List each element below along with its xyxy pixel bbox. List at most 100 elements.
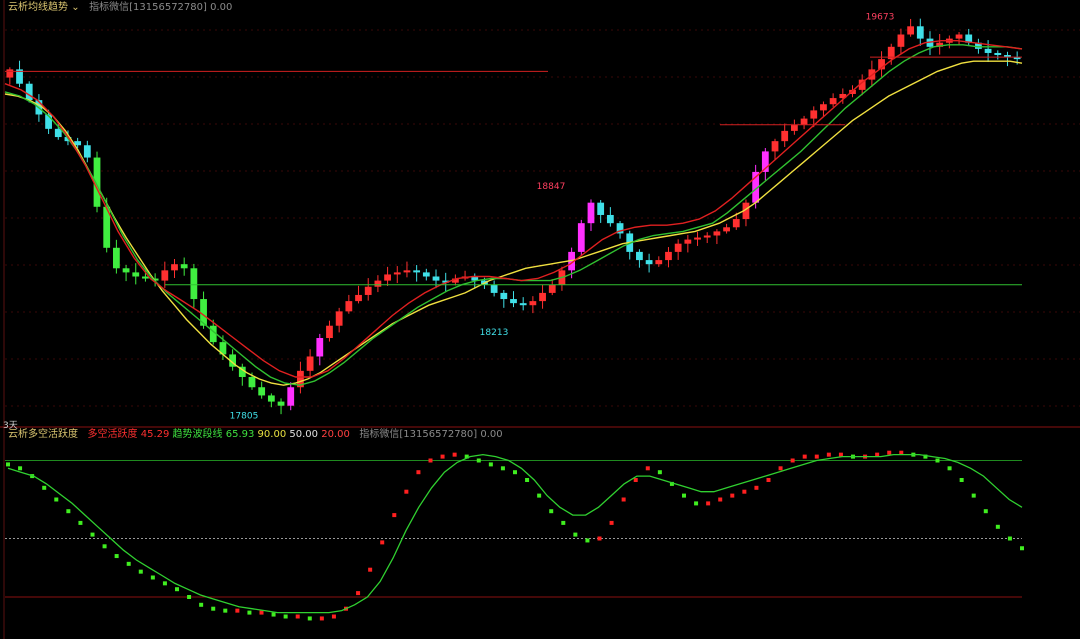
candle-body	[112, 247, 120, 269]
candle-body	[529, 301, 537, 306]
candle-body	[800, 118, 808, 125]
activity-marker	[199, 602, 204, 607]
candle-body	[500, 292, 508, 300]
activity-marker	[235, 608, 240, 613]
candle-body	[374, 280, 382, 287]
activity-marker	[162, 581, 167, 586]
oscillator-note: 指标微信[13156572780] 0.00	[359, 429, 503, 440]
trend-band-line	[7, 453, 1023, 614]
activity-marker	[754, 485, 759, 490]
activity-marker	[211, 606, 216, 611]
candle-body	[674, 243, 682, 252]
candle-body	[83, 145, 91, 158]
activity-marker	[223, 608, 228, 613]
activity-marker	[730, 493, 735, 498]
candle-body	[984, 48, 992, 53]
activity-marker	[259, 610, 264, 615]
candle-body	[403, 270, 411, 273]
candle-body	[393, 272, 401, 275]
activity-marker	[947, 466, 952, 471]
activity-marker	[935, 458, 940, 463]
candle-body	[723, 227, 730, 232]
candle-body	[306, 356, 314, 371]
extreme-label: 19673	[866, 13, 895, 23]
osc-label-0: 多空活跃度 45.29	[87, 429, 170, 440]
candle-body	[897, 34, 905, 47]
extreme-label: 18213	[480, 328, 509, 338]
candle-body	[645, 260, 653, 265]
activity-marker	[585, 538, 590, 543]
osc-label-4: 20.00	[321, 429, 350, 440]
candle-body	[539, 292, 546, 302]
candle-body	[335, 311, 343, 326]
indicator-note: 指标微信[13156572780] 0.00	[89, 2, 233, 13]
candle-body	[316, 338, 324, 357]
candle-body	[907, 26, 915, 35]
candle-body	[161, 270, 169, 281]
activity-marker	[187, 595, 192, 599]
candle-body	[490, 284, 498, 293]
activity-marker	[561, 520, 566, 525]
activity-marker	[995, 524, 1000, 529]
activity-marker	[42, 485, 47, 490]
activity-marker	[802, 454, 807, 459]
activity-marker	[476, 458, 481, 463]
activity-marker	[368, 567, 373, 572]
candle-body	[829, 98, 837, 105]
activity-marker	[295, 614, 300, 619]
candle-body	[781, 130, 789, 142]
candle-body	[694, 237, 701, 240]
activity-marker	[549, 509, 554, 514]
candle-body	[510, 299, 517, 304]
activity-marker	[283, 614, 288, 619]
candle-body	[277, 401, 285, 406]
candle-body	[548, 284, 556, 293]
chevron-down-icon[interactable]: ⌄	[71, 2, 79, 13]
activity-marker	[54, 497, 59, 502]
activity-marker	[138, 569, 143, 574]
candle-body	[790, 124, 798, 131]
candle-body	[994, 52, 1002, 56]
candle-body	[587, 202, 595, 224]
candle-body	[171, 264, 178, 271]
activity-marker	[826, 452, 831, 457]
activity-marker	[694, 501, 699, 506]
candle-body	[422, 272, 430, 277]
candle-body	[190, 268, 198, 300]
activity-marker	[331, 614, 336, 619]
extreme-label: 18847	[537, 182, 566, 192]
activity-marker	[887, 450, 892, 455]
candle-body	[122, 268, 130, 273]
activity-marker	[247, 610, 252, 615]
activity-marker	[633, 478, 638, 482]
candle-body	[810, 110, 818, 119]
activity-marker	[790, 458, 795, 463]
candle-body	[577, 223, 585, 252]
activity-marker	[102, 544, 107, 549]
candle-body	[25, 83, 33, 101]
activity-marker	[404, 489, 409, 494]
activity-marker	[440, 454, 445, 459]
activity-marker	[307, 616, 312, 621]
price-chart[interactable]: 17805 18213 18847 19673	[0, 0, 1080, 639]
candle-body	[326, 325, 333, 339]
activity-marker	[1020, 546, 1024, 551]
activity-marker	[126, 561, 131, 566]
activity-marker	[392, 513, 397, 518]
activity-marker	[319, 616, 324, 621]
candle-body	[684, 239, 692, 244]
candle-body	[655, 260, 663, 265]
osc-label-2: 90.00	[257, 429, 287, 440]
candle-body	[248, 376, 256, 388]
activity-marker	[537, 493, 542, 498]
activity-marker	[1007, 536, 1012, 541]
activity-marker	[706, 501, 711, 506]
activity-marker	[718, 497, 723, 502]
extreme-label: 17805	[230, 412, 259, 422]
activity-marker	[959, 478, 964, 482]
candle-body	[955, 34, 963, 39]
activity-marker	[428, 458, 433, 463]
activity-marker	[597, 536, 602, 541]
activity-marker	[513, 470, 517, 475]
activity-marker	[380, 540, 385, 545]
